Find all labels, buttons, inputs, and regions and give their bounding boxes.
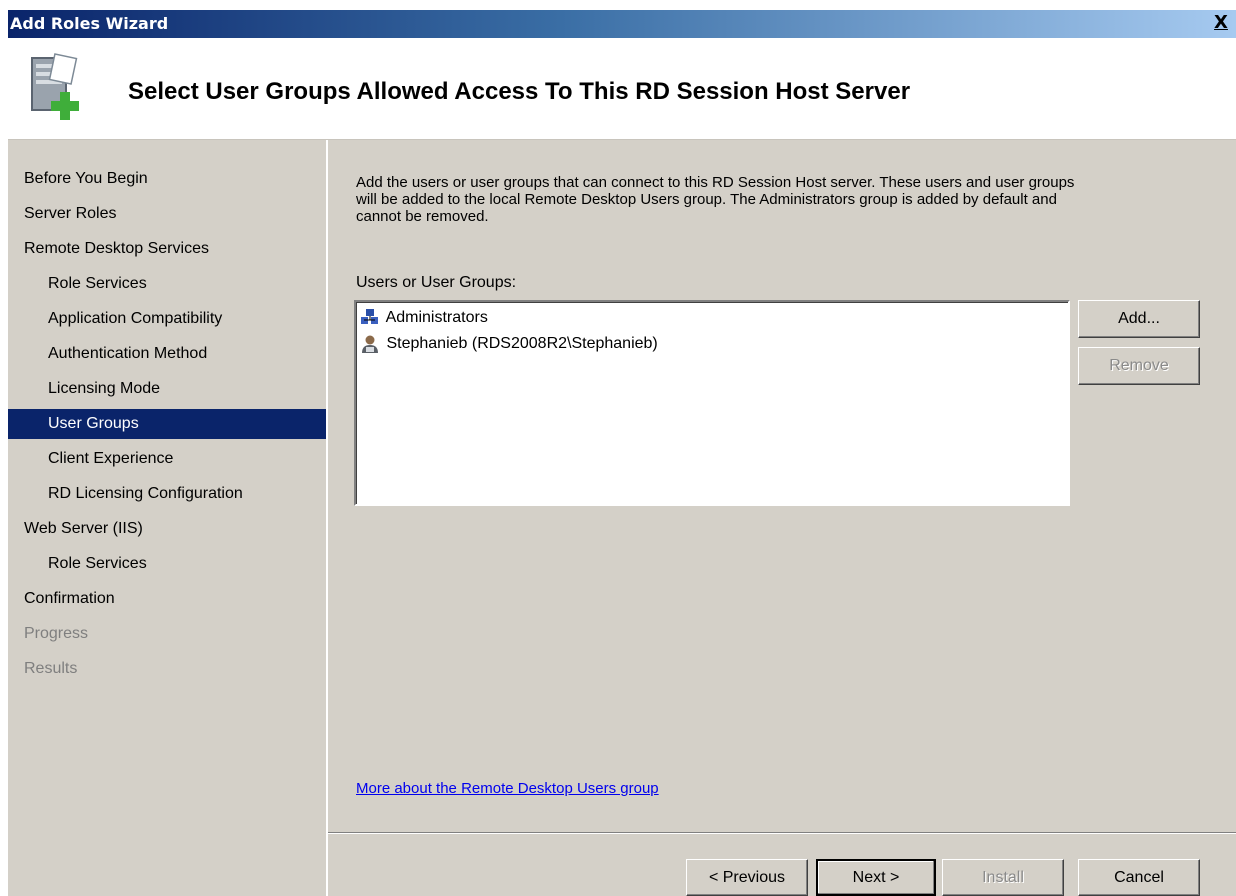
nav-web-server-iis[interactable]: Web Server (IIS) (24, 514, 143, 544)
nav-results: Results (24, 660, 78, 677)
wizard-steps-pane: Before You Begin Server Roles Remote Des… (8, 140, 328, 896)
users-listbox[interactable]: Administrators Stephanieb (RDS2008R2\Ste… (354, 300, 1070, 506)
description-text: Add the users or user groups that can co… (356, 174, 1206, 225)
nav-role-services-rds[interactable]: Role Services (48, 269, 147, 299)
nav-remote-desktop-services[interactable]: Remote Desktop Services (24, 234, 209, 264)
stephanieb-label: Stephanieb (RDS2008R2\Stephanieb) (386, 335, 658, 352)
nav-server-roles[interactable]: Server Roles (24, 199, 116, 229)
nav-progress: Progress (24, 625, 89, 642)
cancel-button[interactable]: Cancel (1078, 859, 1200, 896)
nav-role-services-iis[interactable]: Role Services (48, 549, 147, 579)
list-item-stephanieb[interactable]: Stephanieb (RDS2008R2\Stephanieb) (360, 332, 658, 356)
description-line-3: cannot be removed. (356, 208, 489, 225)
previous-button[interactable]: < Previous (686, 859, 808, 896)
nav-confirmation[interactable]: Confirmation (24, 584, 115, 614)
user-icon (360, 334, 380, 354)
nav-application-compatibility[interactable]: Application Compatibility (48, 304, 222, 334)
description-line-1: Add the users or user groups that can co… (356, 174, 1075, 191)
install-button[interactable]: Install (942, 859, 1064, 896)
nav-user-groups[interactable]: User Groups (8, 409, 326, 439)
remove-button[interactable]: Remove (1078, 347, 1200, 385)
next-button[interactable]: Next > (816, 859, 936, 896)
server-add-icon (22, 52, 92, 122)
add-button[interactable]: Add... (1078, 300, 1200, 338)
nav-client-experience[interactable]: Client Experience (48, 444, 173, 474)
nav-licensing-mode[interactable]: Licensing Mode (48, 374, 160, 404)
page-heading: Select User Groups Allowed Access To Thi… (128, 78, 911, 105)
footer-separator (328, 832, 1236, 834)
users-list-label: Users or User Groups: (356, 274, 517, 291)
title-bar[interactable]: Add Roles Wizard X (8, 10, 1236, 38)
nav-authentication-method[interactable]: Authentication Method (48, 339, 207, 369)
user-group-icon (360, 308, 380, 328)
nav-rd-licensing-configuration[interactable]: RD Licensing Configuration (48, 479, 243, 509)
list-item-administrators[interactable]: Administrators (360, 306, 488, 330)
administrators-label: Administrators (385, 309, 488, 326)
window-left-edge (0, 0, 8, 896)
close-button[interactable]: X (1210, 12, 1232, 34)
nav-before-you-begin[interactable]: Before You Begin (24, 164, 148, 194)
window-title: Add Roles Wizard (10, 14, 169, 33)
description-line-2: will be added to the local Remote Deskto… (356, 191, 1057, 208)
wizard-header: Select User Groups Allowed Access To Thi… (8, 38, 1236, 140)
nav-user-groups-label: User Groups (48, 415, 139, 432)
wizard-content-pane: Add the users or user groups that can co… (328, 140, 1236, 896)
remote-desktop-users-link[interactable]: More about the Remote Desktop Users grou… (356, 780, 659, 797)
